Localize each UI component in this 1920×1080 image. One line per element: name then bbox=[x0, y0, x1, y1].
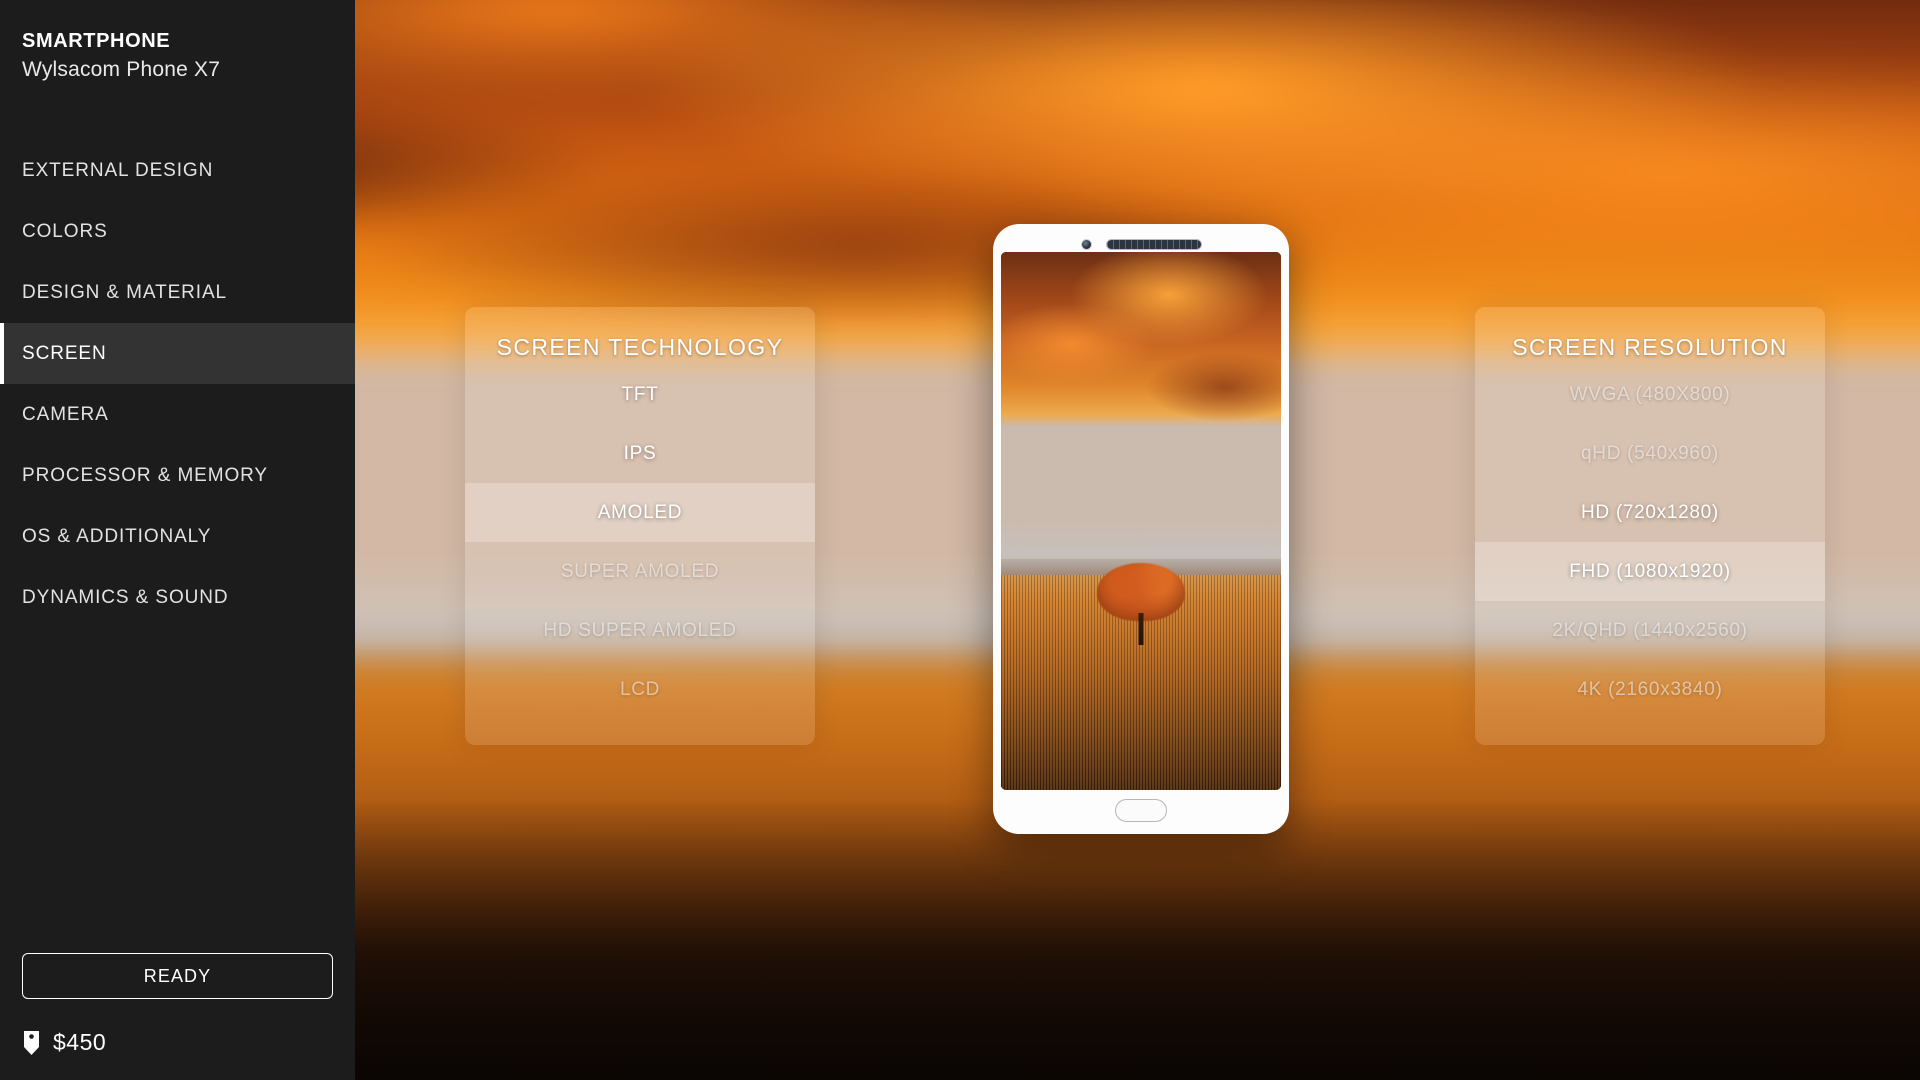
option-2k-qhd[interactable]: 2K/QHD (1440x2560) bbox=[1475, 601, 1825, 660]
price-tag-icon bbox=[24, 1030, 39, 1055]
price-value: $450 bbox=[53, 1029, 107, 1055]
brand-title: SMARTPHONE bbox=[22, 30, 171, 52]
sidebar-item-design-material[interactable]: DESIGN & MATERIAL bbox=[0, 262, 355, 323]
option-amoled[interactable]: AMOLED bbox=[465, 483, 815, 542]
panel-title-resolution: SCREEN RESOLUTION bbox=[1512, 334, 1788, 360]
panel-title-technology: SCREEN TECHNOLOGY bbox=[496, 334, 784, 360]
option-ips[interactable]: IPS bbox=[465, 424, 815, 483]
phone-top-bezel bbox=[993, 237, 1289, 251]
speaker-grille-icon bbox=[1105, 238, 1202, 250]
option-tft[interactable]: TFT bbox=[465, 365, 815, 424]
option-hd-super-amoled[interactable]: HD SUPER AMOLED bbox=[465, 601, 815, 660]
option-hd[interactable]: HD (720x1280) bbox=[1475, 483, 1825, 542]
sidebar-item-camera[interactable]: CAMERA bbox=[0, 384, 355, 445]
option-fhd[interactable]: FHD (1080x1920) bbox=[1475, 542, 1825, 601]
sidebar-item-external-design[interactable]: EXTERNAL DESIGN bbox=[0, 140, 355, 201]
screen-technology-panel: SCREEN TECHNOLOGY TFT IPS AMOLED SUPER A… bbox=[465, 307, 815, 745]
sidebar-item-os-additionaly[interactable]: OS & ADDITIONALY bbox=[0, 506, 355, 567]
option-4k[interactable]: 4K (2160x3840) bbox=[1475, 660, 1825, 719]
phone-screen bbox=[1001, 252, 1281, 790]
sidebar-item-label: DESIGN & MATERIAL bbox=[22, 281, 227, 303]
sidebar-item-label: SCREEN bbox=[22, 342, 107, 364]
sidebar-item-screen[interactable]: SCREEN bbox=[0, 323, 355, 384]
sidebar-item-label: EXTERNAL DESIGN bbox=[22, 159, 214, 181]
wallpaper-sky bbox=[1001, 252, 1281, 559]
sidebar-item-colors[interactable]: COLORS bbox=[0, 201, 355, 262]
option-qhd540[interactable]: qHD (540x960) bbox=[1475, 424, 1825, 483]
sidebar-item-label: COLORS bbox=[22, 220, 108, 242]
brand-model: Wylsacom Phone X7 bbox=[22, 58, 221, 81]
option-lcd[interactable]: LCD bbox=[465, 660, 815, 719]
sidebar-nav: EXTERNAL DESIGN COLORS DESIGN & MATERIAL… bbox=[0, 140, 355, 628]
sidebar-item-processor-memory[interactable]: PROCESSOR & MEMORY bbox=[0, 445, 355, 506]
sidebar-item-label: DYNAMICS & SOUND bbox=[22, 586, 229, 608]
option-super-amoled[interactable]: SUPER AMOLED bbox=[465, 542, 815, 601]
sidebar-footer: READY $450 bbox=[0, 953, 355, 1080]
app-root: SMARTPHONE Wylsacom Phone X7 EXTERNAL DE… bbox=[0, 0, 1920, 1080]
price-row: $450 bbox=[22, 1029, 333, 1056]
sidebar-item-label: OS & ADDITIONALY bbox=[22, 525, 212, 547]
phone-preview bbox=[993, 224, 1289, 834]
screen-resolution-panel: SCREEN RESOLUTION WVGA (480X800) qHD (54… bbox=[1475, 307, 1825, 745]
option-wvga[interactable]: WVGA (480X800) bbox=[1475, 365, 1825, 424]
sidebar-item-label: PROCESSOR & MEMORY bbox=[22, 464, 268, 486]
wallpaper-tree bbox=[1095, 562, 1187, 645]
sidebar: SMARTPHONE Wylsacom Phone X7 EXTERNAL DE… bbox=[0, 0, 355, 1080]
sidebar-item-dynamics-sound[interactable]: DYNAMICS & SOUND bbox=[0, 567, 355, 628]
ready-button[interactable]: READY bbox=[22, 953, 333, 999]
sidebar-item-label: CAMERA bbox=[22, 403, 109, 425]
home-button-icon[interactable] bbox=[1115, 799, 1167, 822]
camera-icon bbox=[1080, 238, 1092, 250]
brand-block: SMARTPHONE Wylsacom Phone X7 bbox=[0, 0, 355, 82]
